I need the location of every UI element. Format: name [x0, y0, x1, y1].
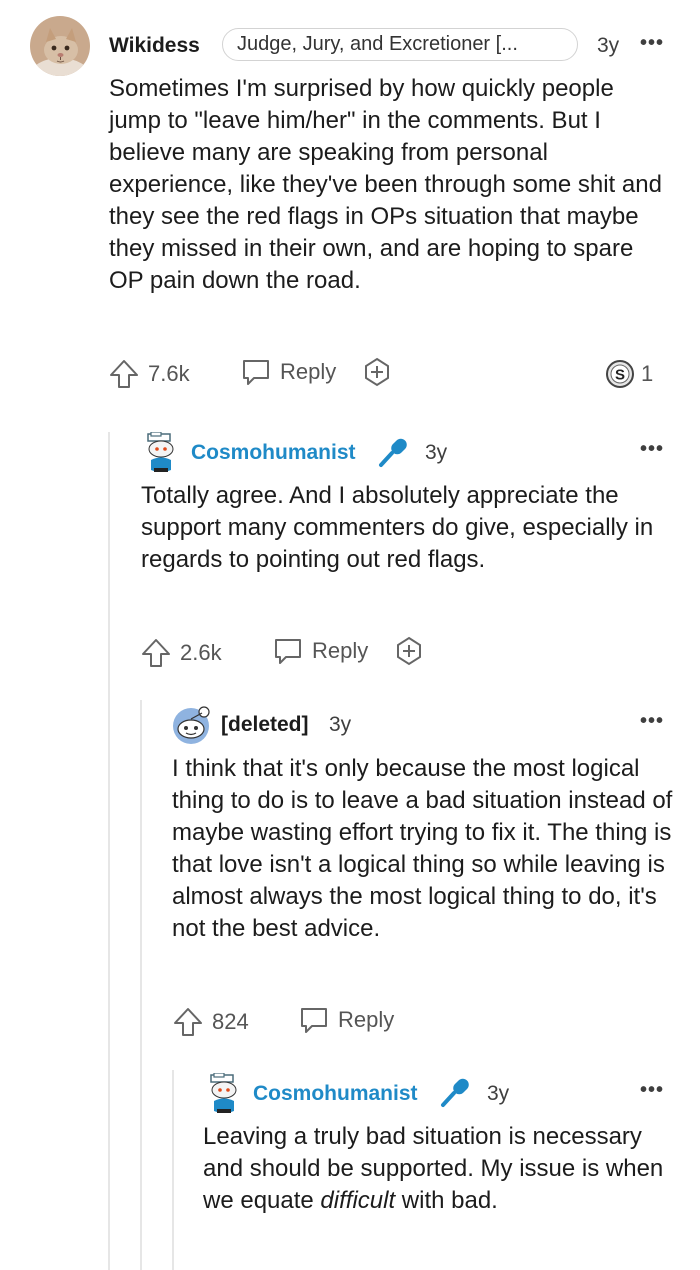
thread-line-level-2 — [140, 700, 142, 1270]
reply-button[interactable]: Reply — [298, 1004, 394, 1036]
microphone-icon — [376, 436, 410, 470]
speech-bubble-icon — [243, 360, 269, 385]
speech-bubble-icon — [275, 639, 301, 664]
more-options-icon[interactable]: ••• — [640, 1079, 664, 1102]
snoo-avatar-icon — [210, 1073, 237, 1113]
username: [deleted] — [221, 713, 309, 736]
upvote-button[interactable]: 824 — [172, 1006, 249, 1038]
upvote-arrow-icon — [174, 1008, 202, 1036]
comment-body: Totally agree. And I absolutely apprecia… — [141, 482, 654, 573]
vote-count: 2.6k — [180, 640, 222, 665]
upvote-button[interactable]: 2.6k — [140, 637, 222, 669]
reply-button[interactable]: Reply — [240, 356, 336, 388]
award-plus-icon — [397, 636, 421, 666]
cat-avatar-icon — [30, 16, 90, 76]
silver-award-icon: S — [606, 360, 634, 388]
emphasized-text: difficult — [320, 1187, 396, 1214]
upvote-arrow-icon — [142, 639, 170, 667]
award-badge[interactable]: S 1 — [605, 359, 653, 389]
upvote-button[interactable]: 7.6k — [108, 358, 190, 390]
give-award-button[interactable] — [393, 635, 425, 667]
comment-age: 3y — [597, 34, 620, 57]
comment-age: 3y — [425, 441, 448, 464]
comment-age: 3y — [329, 713, 352, 736]
microphone-icon — [438, 1076, 472, 1110]
award-count: 1 — [641, 361, 654, 386]
more-options-icon[interactable]: ••• — [640, 438, 664, 461]
award-plus-icon — [365, 357, 389, 387]
thread-line-level-1 — [108, 432, 110, 1270]
comment-body: I think that it's only because the most … — [172, 755, 673, 942]
thread-line-level-3 — [172, 1070, 174, 1270]
avatar[interactable] — [30, 16, 90, 76]
avatar[interactable] — [141, 432, 181, 474]
more-options-icon[interactable]: ••• — [640, 710, 664, 733]
avatar[interactable] — [204, 1073, 244, 1115]
speech-bubble-icon — [301, 1008, 327, 1033]
user-flair: Judge, Jury, and Excretioner [... — [222, 28, 578, 61]
vote-count: 824 — [212, 1009, 249, 1034]
reply-label: Reply — [280, 359, 337, 384]
svg-text:S: S — [615, 367, 625, 384]
comment-body: Sometimes I'm surprised by how quickly p… — [109, 75, 662, 294]
give-award-button[interactable] — [361, 356, 393, 388]
reply-label: Reply — [312, 638, 369, 663]
snoo-avatar-icon — [173, 706, 210, 744]
username[interactable]: Wikidess — [109, 34, 200, 58]
snoo-avatar-icon — [147, 432, 174, 472]
comment-body: Leaving a truly bad situation is necessa… — [203, 1123, 664, 1214]
upvote-arrow-icon — [110, 360, 138, 388]
reply-label: Reply — [338, 1007, 395, 1032]
comment-age: 3y — [487, 1082, 510, 1105]
reply-button[interactable]: Reply — [272, 635, 368, 667]
avatar[interactable] — [172, 704, 212, 746]
username[interactable]: Cosmohumanist — [191, 441, 356, 465]
vote-count: 7.6k — [148, 361, 190, 386]
more-options-icon[interactable]: ••• — [640, 32, 664, 55]
username[interactable]: Cosmohumanist — [253, 1082, 418, 1106]
